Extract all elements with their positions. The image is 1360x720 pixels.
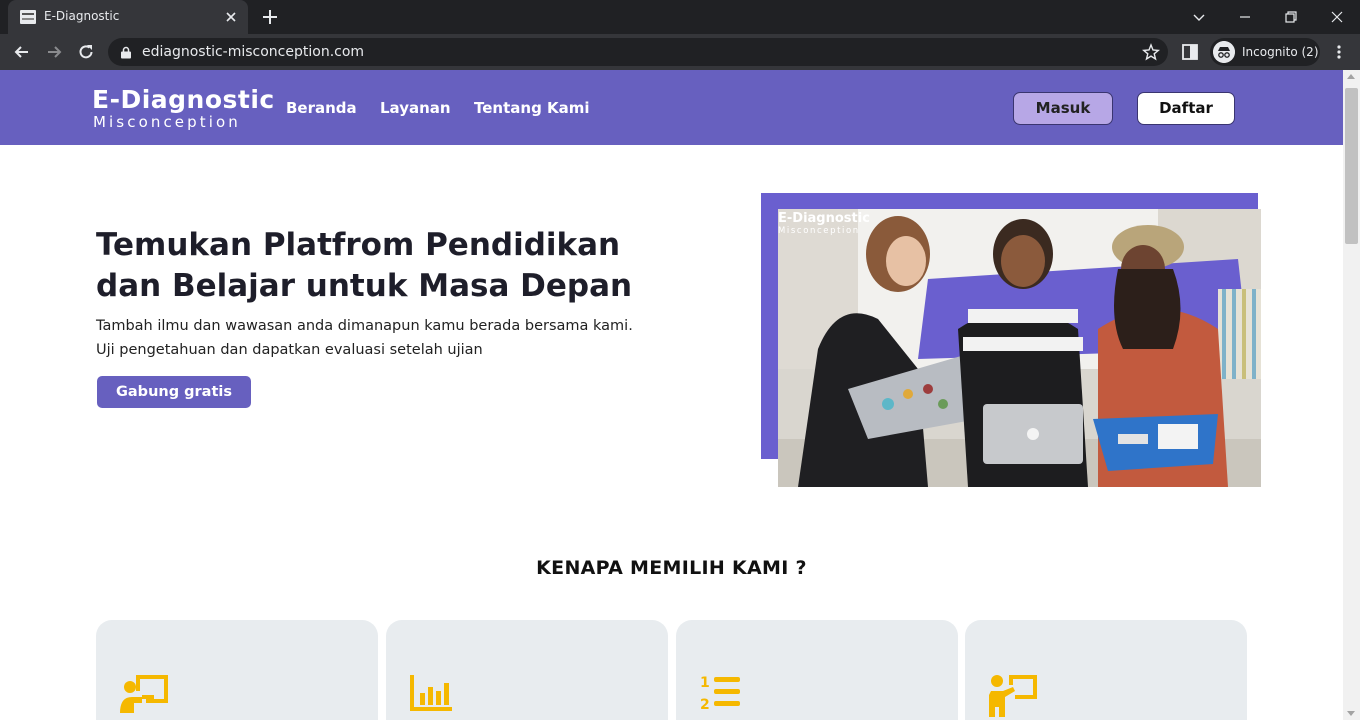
- numbered-list-icon: 1 2: [700, 675, 740, 713]
- logo-subtitle: Misconception: [93, 113, 241, 131]
- teacher-board-icon: [120, 675, 168, 713]
- hero-title: Temukan Platfrom Pendidikan dan Belajar …: [96, 227, 633, 304]
- login-button[interactable]: Masuk: [1013, 92, 1113, 125]
- nav-link-tentang-kami[interactable]: Tentang Kami: [474, 99, 590, 117]
- site-logo[interactable]: E-Diagnostic Misconception: [92, 85, 275, 132]
- kebab-menu-icon[interactable]: [1330, 43, 1348, 61]
- minimize-icon[interactable]: [1234, 6, 1256, 28]
- svg-text:1: 1: [700, 675, 710, 691]
- presenter-icon: [989, 675, 1037, 717]
- feature-card: [96, 620, 378, 720]
- logo-title: E-Diagnostic: [92, 85, 275, 114]
- tab-title: E-Diagnostic: [44, 9, 120, 23]
- feature-card: [965, 620, 1247, 720]
- photo-logo-title: E-Diagnostic: [778, 211, 870, 226]
- hero-description: Tambah ilmu dan wawasan anda dimanapun k…: [96, 314, 696, 362]
- plus-icon[interactable]: [260, 7, 280, 27]
- nav-link-beranda[interactable]: Beranda: [286, 99, 357, 117]
- hero-photo: [778, 209, 1261, 487]
- hero-description-line-2: Uji pengetahuan dan dapatkan evaluasi se…: [96, 342, 483, 358]
- close-icon[interactable]: [222, 8, 240, 26]
- hero-description-line-1: Tambah ilmu dan wawasan anda dimanapun k…: [96, 318, 633, 334]
- profile-label: Incognito (2): [1242, 45, 1319, 59]
- scrollbar-thumb[interactable]: [1345, 88, 1358, 244]
- join-free-button[interactable]: Gabung gratis: [97, 376, 251, 408]
- nav-link-layanan[interactable]: Layanan: [380, 99, 451, 117]
- photo-logo-overlay: E-Diagnostic Misconception: [778, 211, 870, 237]
- browser-tab-strip: E-Diagnostic: [0, 0, 1360, 34]
- bar-chart-icon: [410, 675, 452, 711]
- url-text[interactable]: ediagnostic-misconception.com: [142, 44, 364, 60]
- scroll-up-arrow-icon[interactable]: [1347, 74, 1355, 79]
- chevron-down-icon[interactable]: [1188, 6, 1210, 28]
- register-button[interactable]: Daftar: [1137, 92, 1235, 125]
- star-icon[interactable]: [1142, 43, 1160, 61]
- page-scrollbar[interactable]: [1343, 70, 1360, 720]
- svg-text:2: 2: [700, 697, 710, 713]
- photo-logo-subtitle: Misconception: [778, 226, 860, 236]
- browser-tab[interactable]: E-Diagnostic: [8, 0, 248, 34]
- site-navbar: E-Diagnostic Misconception Beranda Layan…: [0, 70, 1343, 145]
- lock-icon[interactable]: [120, 46, 132, 59]
- address-bar[interactable]: ediagnostic-misconception.com: [108, 38, 1168, 66]
- feature-card: [386, 620, 668, 720]
- favicon: [20, 10, 36, 24]
- incognito-icon: [1213, 41, 1235, 63]
- browser-toolbar: ediagnostic-misconception.com Incognito …: [0, 34, 1360, 70]
- why-section-title: KENAPA MEMILIH KAMI ?: [536, 557, 807, 579]
- incognito-profile-button[interactable]: Incognito (2): [1210, 38, 1320, 66]
- window-close-icon[interactable]: [1326, 6, 1348, 28]
- forward-arrow-icon[interactable]: [44, 42, 64, 62]
- side-panel-icon[interactable]: [1181, 43, 1199, 61]
- back-arrow-icon[interactable]: [12, 42, 32, 62]
- restore-icon[interactable]: [1280, 6, 1302, 28]
- scroll-down-arrow-icon[interactable]: [1347, 711, 1355, 716]
- feature-card: 1 2: [676, 620, 958, 720]
- reload-icon[interactable]: [76, 42, 96, 62]
- page-viewport: E-Diagnostic Misconception Beranda Layan…: [0, 70, 1343, 720]
